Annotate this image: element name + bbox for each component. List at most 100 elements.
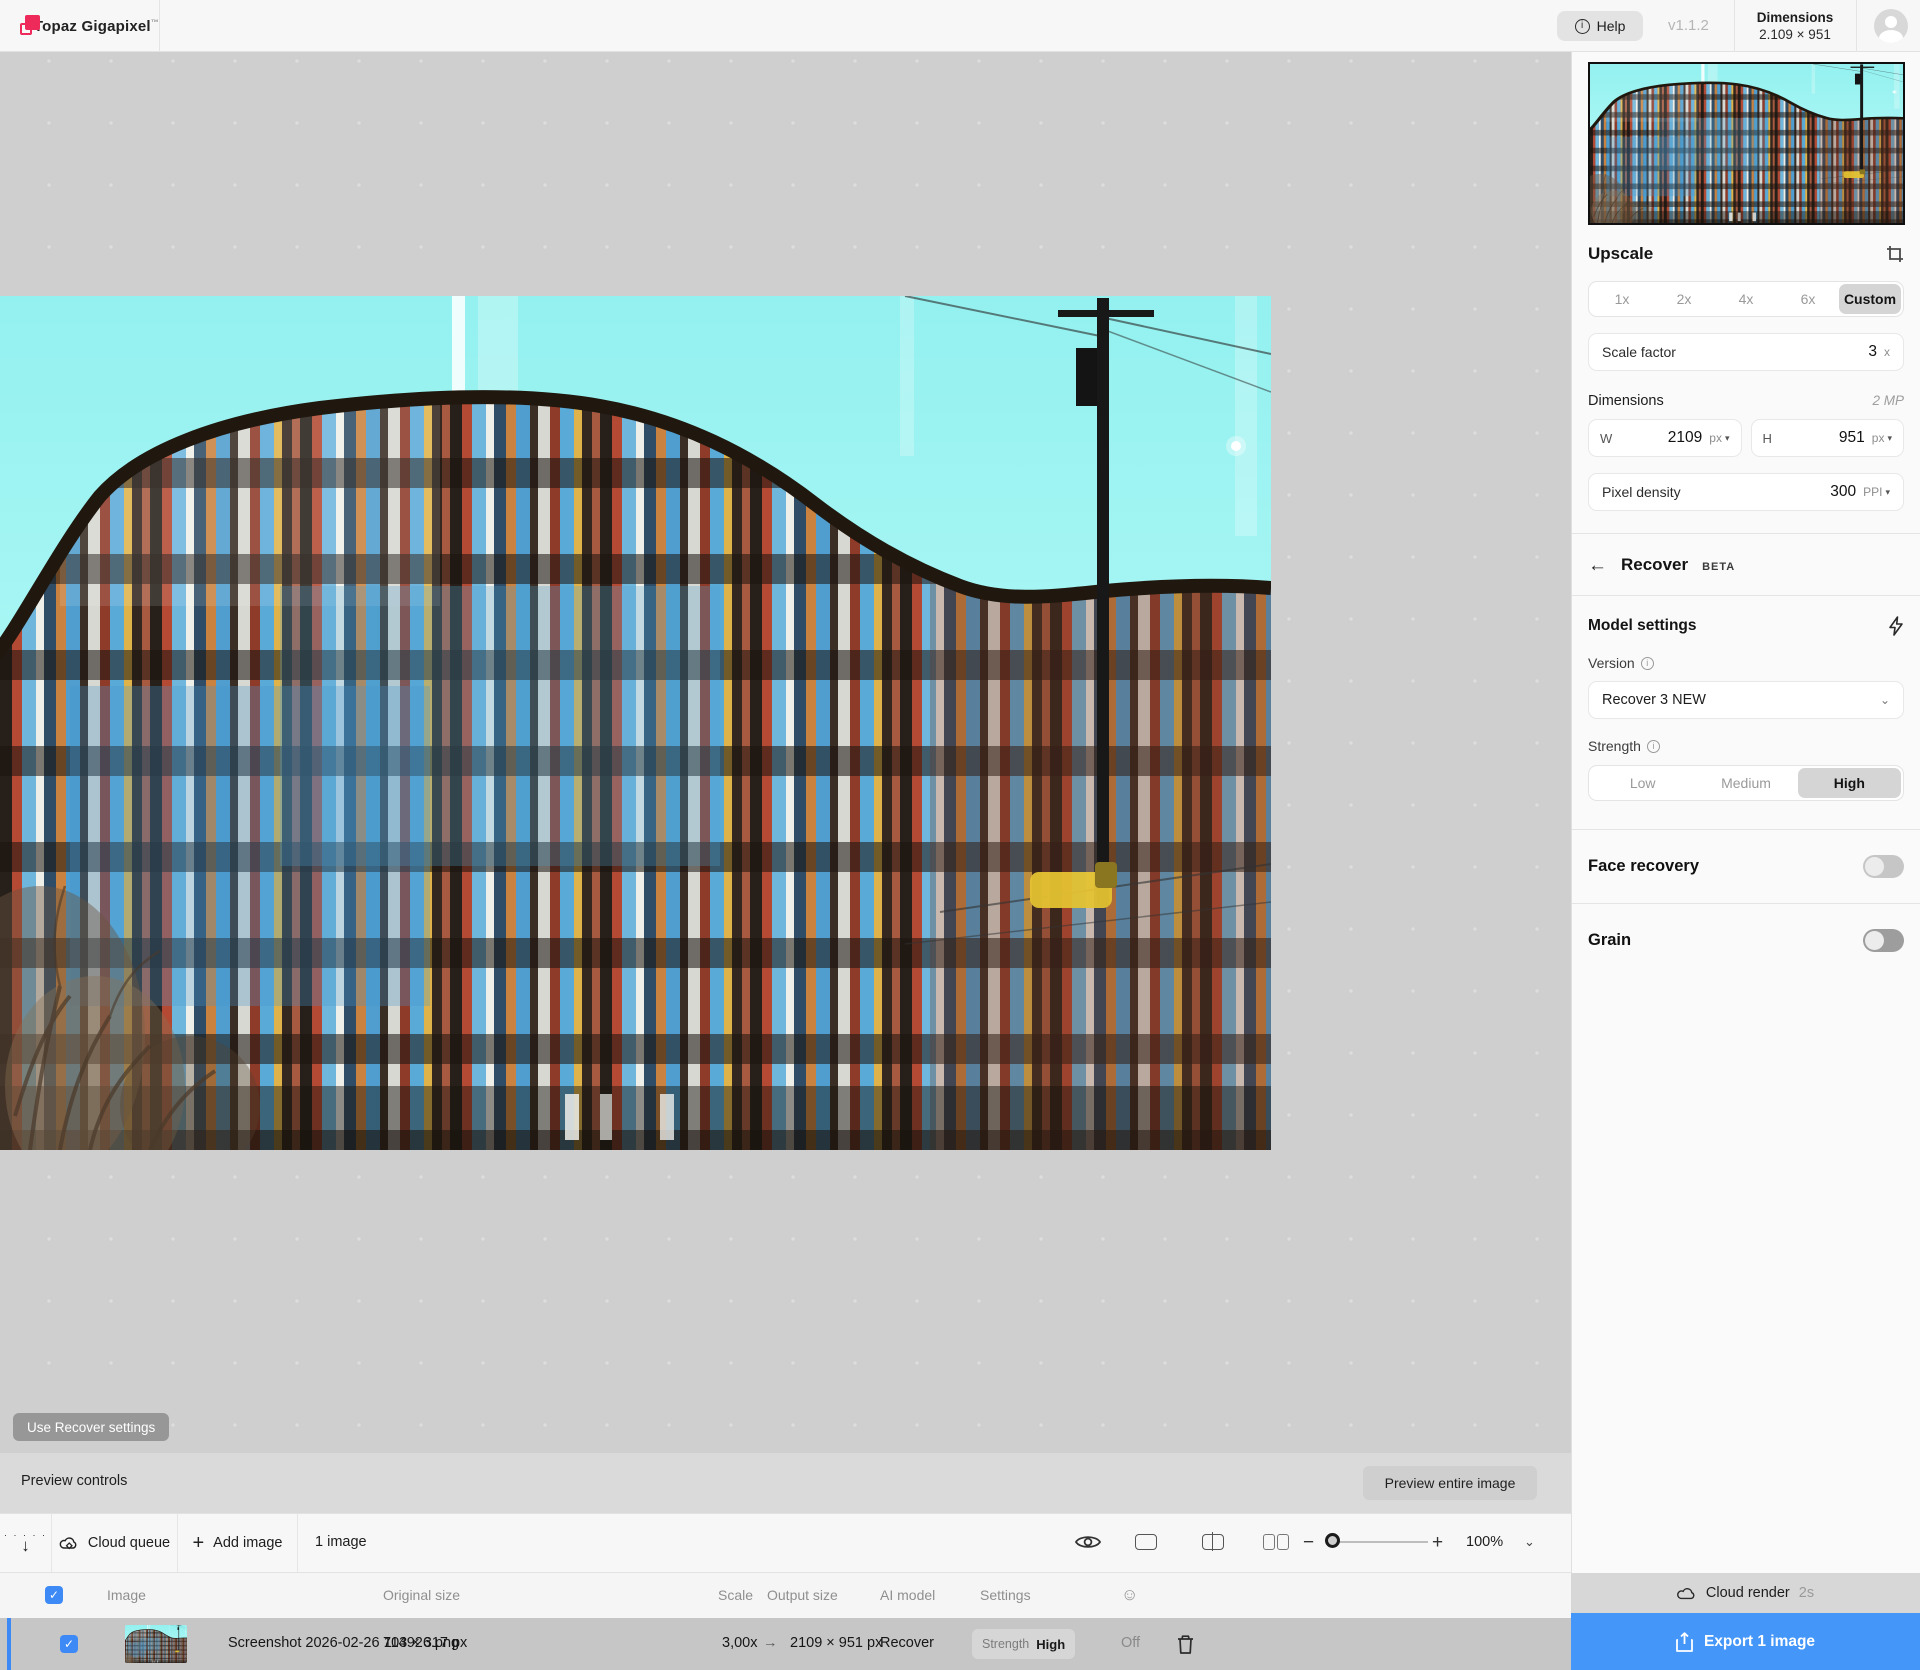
strength-option-low[interactable]: Low (1591, 768, 1694, 798)
pixel-density-value: 300 (1830, 483, 1856, 501)
strength-key: Strength (982, 1637, 1029, 1651)
strength-value: High (1036, 1637, 1065, 1652)
scale-factor-label: Scale factor (1602, 344, 1868, 360)
upscale-option-custom[interactable]: Custom (1839, 284, 1901, 314)
lightning-icon[interactable] (1888, 616, 1904, 636)
crop-icon[interactable] (1886, 245, 1904, 263)
height-unit: px (1872, 431, 1885, 445)
info-icon: i (1575, 19, 1590, 34)
width-field[interactable]: W 2109 px ▾ (1588, 419, 1742, 457)
add-image-button[interactable]: + Add image (178, 1514, 298, 1572)
zoom-slider-handle[interactable] (1325, 1533, 1340, 1548)
cloud-render-status[interactable]: Cloud render 2s (1571, 1573, 1920, 1613)
grain-toggle[interactable] (1863, 929, 1904, 952)
help-button[interactable]: i Help (1557, 11, 1643, 41)
delete-row-button[interactable] (1176, 1632, 1200, 1656)
preview-controls-label: Preview controls (21, 1473, 127, 1489)
column-ai-model: AI model (880, 1587, 935, 1603)
help-label: Help (1597, 18, 1626, 34)
dimensions-value: 2.109 × 951 (1759, 27, 1831, 42)
width-label: W (1600, 431, 1612, 446)
strength-option-medium[interactable]: Medium (1694, 768, 1797, 798)
grain-label: Grain (1588, 931, 1631, 950)
row-scale: 3,00x (722, 1635, 757, 1651)
row-settings-chip[interactable]: Strength High (972, 1629, 1075, 1659)
preview-image[interactable] (0, 296, 1271, 1150)
pixel-density-field[interactable]: Pixel density 300 PPI ▾ (1588, 473, 1904, 511)
upscale-segmented-control: 1x 2x 4x 6x Custom (1588, 281, 1904, 317)
export-button[interactable]: Export 1 image (1571, 1613, 1920, 1670)
top-bar: Topaz Gigapixel™ i Help v1.1.2 Dimension… (0, 0, 1920, 52)
upscale-option-4x[interactable]: 4x (1715, 284, 1777, 314)
width-unit-chevron-down-icon[interactable]: ▾ (1725, 433, 1730, 444)
user-avatar[interactable] (1874, 9, 1908, 43)
height-unit-chevron-down-icon[interactable]: ▾ (1887, 433, 1892, 444)
cloud-queue-button[interactable]: Cloud queue (52, 1514, 178, 1572)
queue-row[interactable]: ✓ Screenshot 2026-02-26 114926.png 703 ×… (0, 1618, 1571, 1670)
app-logo: Topaz Gigapixel™ (0, 0, 160, 52)
download-button[interactable]: · · · · · ↓ (0, 1514, 52, 1572)
compare-eye-button[interactable] (1075, 1533, 1101, 1551)
app-version: v1.1.2 (1668, 17, 1709, 34)
select-all-checkbox[interactable]: ✓ (45, 1586, 63, 1604)
strength-segmented-control: Low Medium High (1588, 765, 1904, 801)
settings-sidebar: Upscale 1x 2x 4x 6x Custom Scale factor … (1571, 52, 1920, 1573)
row-output-size: 2109 × 951 px (790, 1635, 882, 1651)
cloud-render-time: 2s (1799, 1585, 1814, 1601)
row-ai-model: Recover (880, 1635, 934, 1651)
scale-factor-field[interactable]: Scale factor 3 x (1588, 333, 1904, 371)
zoom-slider-track[interactable] (1326, 1541, 1428, 1543)
trademark-symbol: ™ (151, 18, 159, 27)
column-original-size: Original size (383, 1587, 460, 1603)
strength-option-high[interactable]: High (1798, 768, 1901, 798)
zoom-in-button[interactable]: + (1432, 1532, 1443, 1554)
column-output-size: Output size (767, 1587, 838, 1603)
cloud-render-icon (1677, 1586, 1697, 1600)
height-label: H (1763, 431, 1772, 446)
zoom-chevron-down-icon[interactable]: ⌄ (1524, 1534, 1535, 1550)
model-settings-label: Model settings (1588, 617, 1697, 635)
arrow-right-icon: → (763, 1635, 778, 1651)
strength-label: Strength (1588, 738, 1641, 754)
upscale-option-2x[interactable]: 2x (1653, 284, 1715, 314)
export-icon (1676, 1632, 1693, 1652)
app-title: Topaz Gigapixel™ (34, 18, 159, 35)
strength-info-icon[interactable]: i (1647, 740, 1660, 753)
zoom-out-button[interactable]: − (1303, 1532, 1314, 1554)
face-recovery-label: Face recovery (1588, 857, 1699, 876)
height-field[interactable]: H 951 px ▾ (1751, 419, 1905, 457)
preview-canvas[interactable]: Use Recover settings (0, 52, 1571, 1453)
upscale-option-1x[interactable]: 1x (1591, 284, 1653, 314)
navigator-thumbnail[interactable] (1588, 62, 1905, 225)
topbar-divider (1856, 0, 1857, 52)
version-label: Version (1588, 655, 1635, 671)
section-divider (1572, 595, 1920, 596)
cloud-queue-label: Cloud queue (88, 1535, 170, 1551)
pixel-density-label: Pixel density (1602, 484, 1830, 500)
building-photo (0, 296, 1271, 1150)
eye-icon (1075, 1533, 1101, 1551)
export-label: Export 1 image (1704, 1633, 1815, 1651)
single-view-button[interactable] (1135, 1534, 1157, 1550)
preview-entire-image-button[interactable]: Preview entire image (1363, 1466, 1537, 1500)
cloud-icon (59, 1535, 79, 1551)
row-checkbox[interactable]: ✓ (60, 1635, 78, 1653)
version-info-icon[interactable]: i (1641, 657, 1654, 670)
face-recovery-toggle[interactable] (1863, 855, 1904, 878)
queue-table-header: ✓ Image Original size Scale Output size … (0, 1573, 1571, 1618)
trash-icon (1176, 1634, 1195, 1655)
zoom-level[interactable]: 100% (1466, 1534, 1503, 1550)
dimensions-section-label: Dimensions (1588, 393, 1664, 409)
scale-factor-value: 3 (1868, 343, 1877, 361)
upscale-option-6x[interactable]: 6x (1777, 284, 1839, 314)
model-version-value: Recover 3 NEW (1602, 692, 1880, 708)
use-recover-settings-button[interactable]: Use Recover settings (13, 1413, 169, 1441)
upscale-title: Upscale (1588, 244, 1653, 264)
back-arrow-icon[interactable]: ← (1588, 556, 1607, 575)
split-view-button[interactable] (1202, 1534, 1224, 1550)
model-version-dropdown[interactable]: Recover 3 NEW ⌄ (1588, 681, 1904, 719)
side-by-side-view-button[interactable] (1263, 1534, 1289, 1550)
bottom-toolbar: · · · · · ↓ Cloud queue + Add image 1 im… (0, 1513, 1571, 1573)
column-scale: Scale (718, 1587, 753, 1603)
ppi-chevron-down-icon[interactable]: ▾ (1885, 487, 1890, 498)
